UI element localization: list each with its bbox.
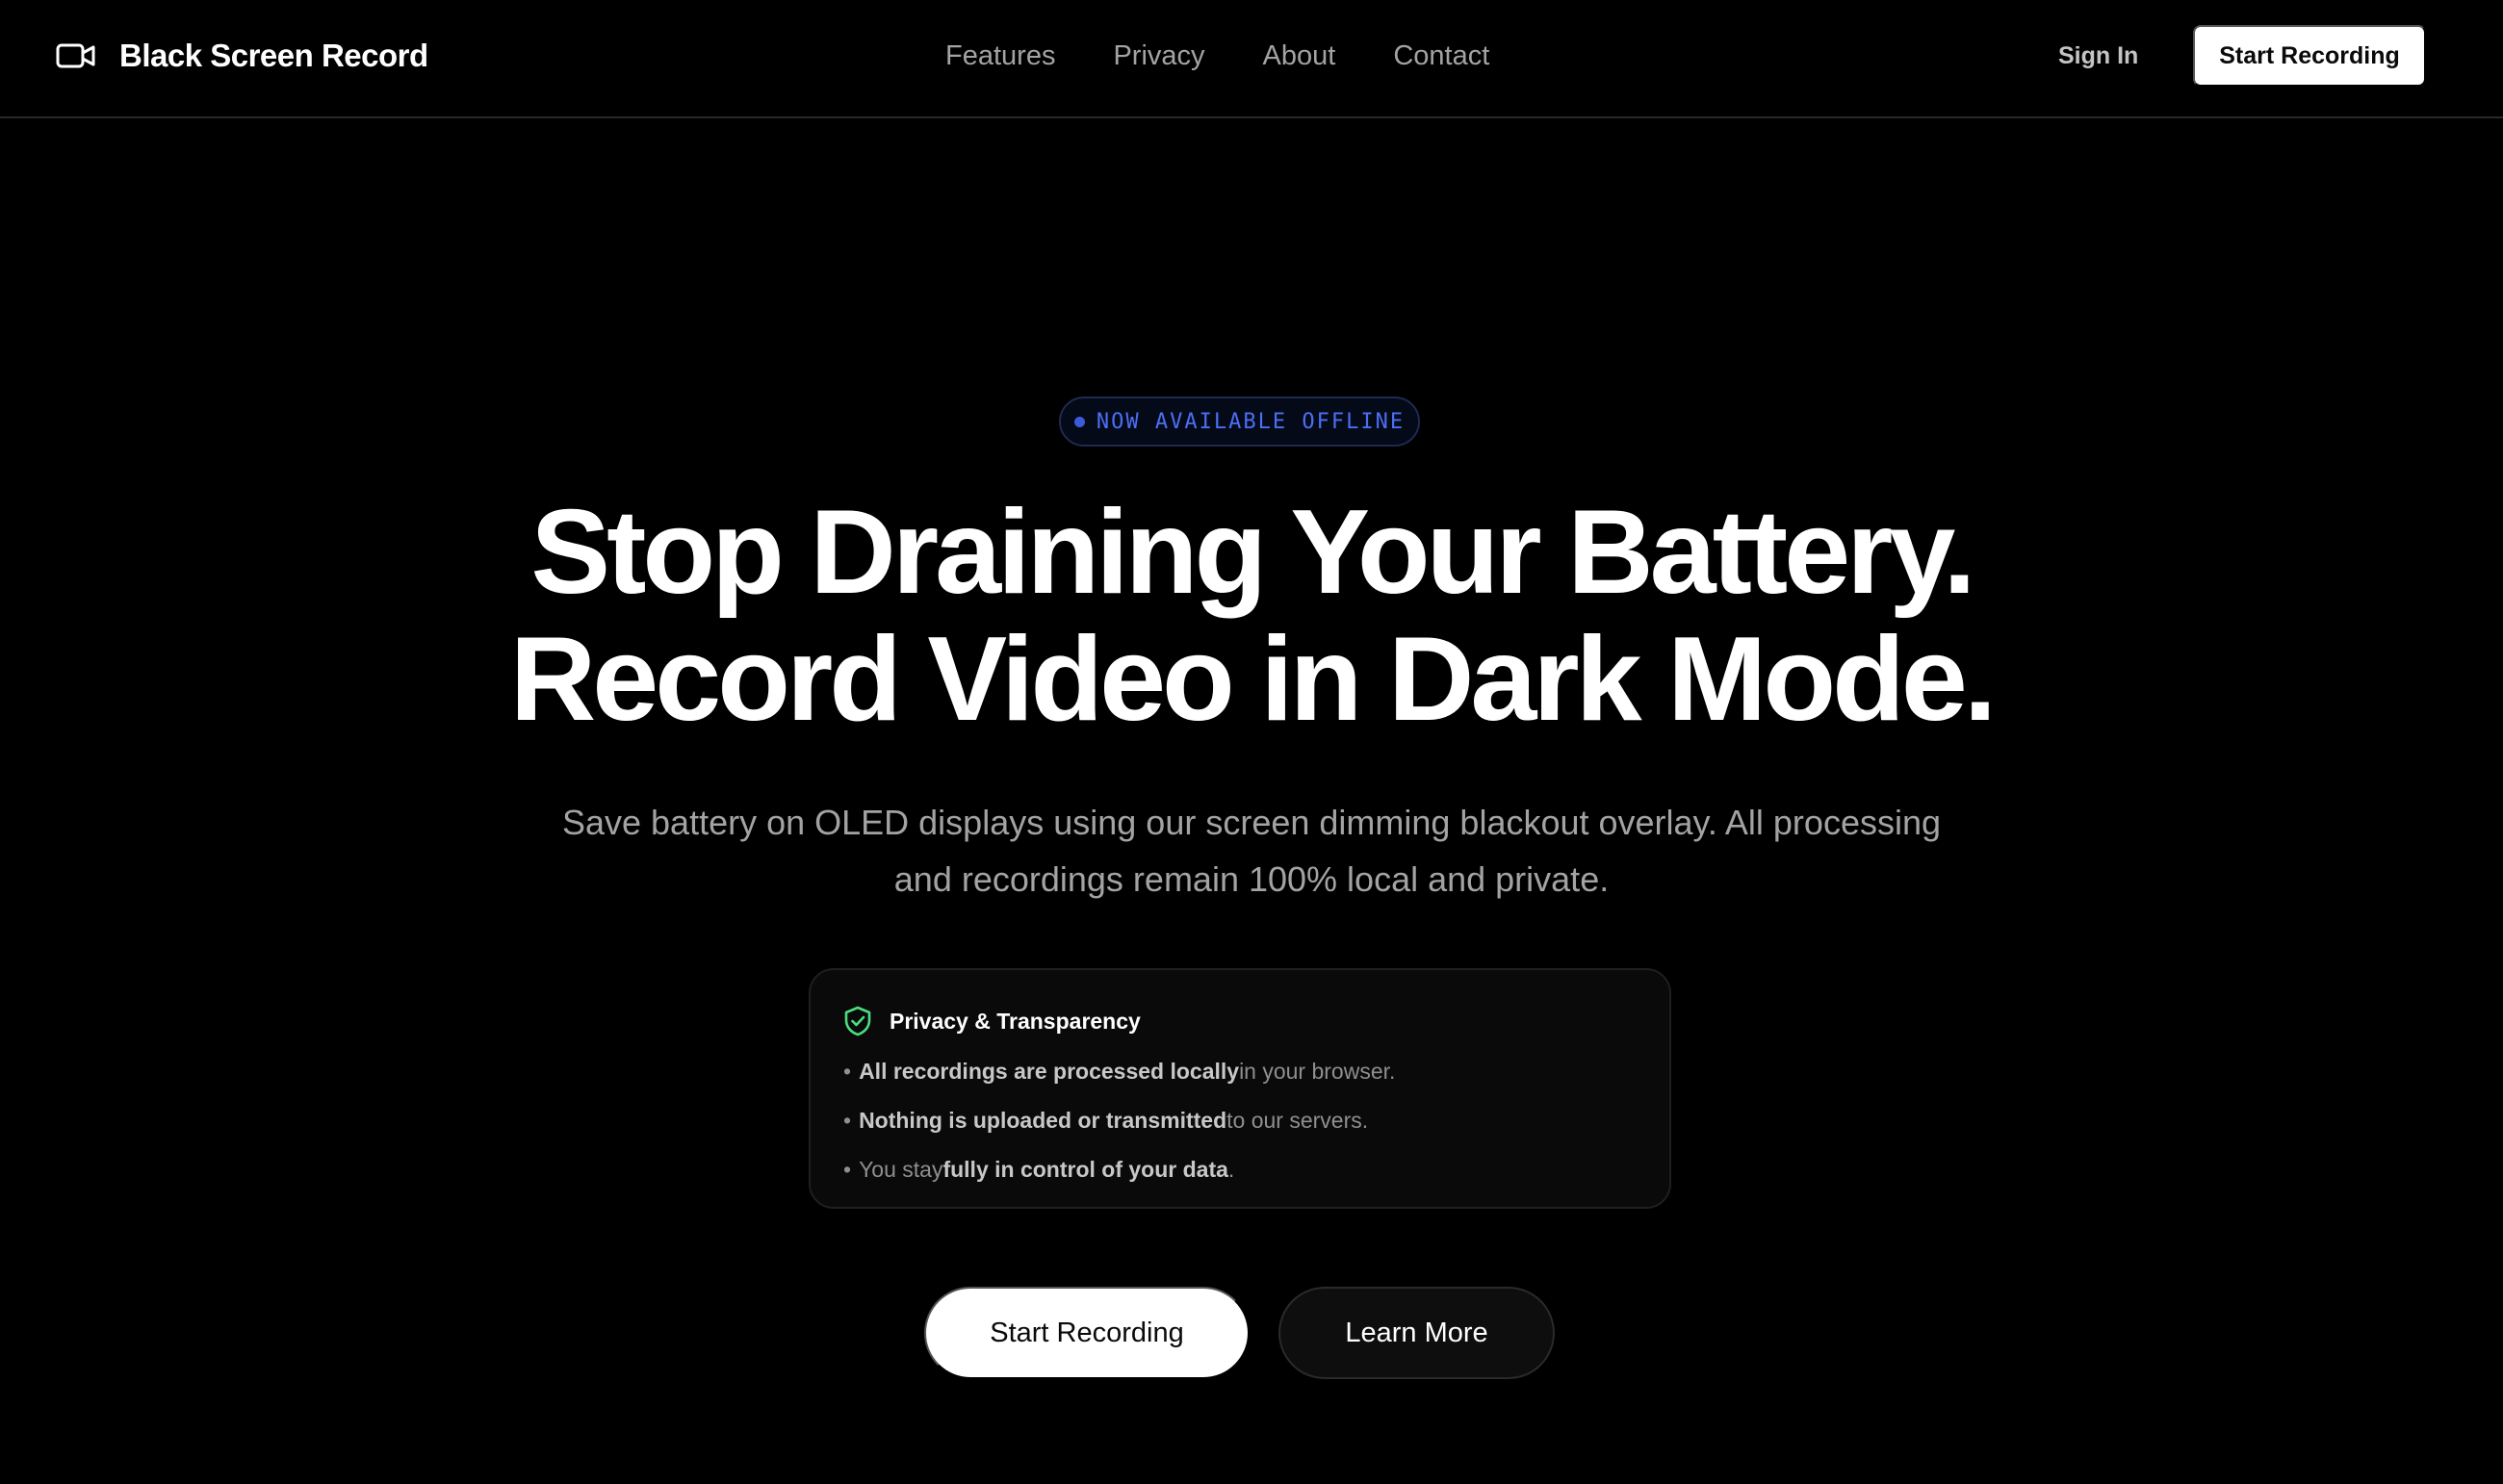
brand-name: Black Screen Record [119, 38, 428, 73]
shield-check-icon [843, 1006, 872, 1036]
privacy-list: • All recordings are processed locally i… [843, 1047, 1395, 1194]
headline-line-1: Stop Draining Your Battery. [530, 486, 1975, 619]
privacy-card: Privacy & Transparency • All recordings … [809, 968, 1671, 1209]
start-recording-button[interactable]: Start Recording [924, 1287, 1250, 1379]
video-camera-icon [56, 41, 96, 70]
brand-logo[interactable]: Black Screen Record [56, 35, 428, 77]
header-start-recording-button[interactable]: Start Recording [2193, 25, 2426, 87]
site-header: Black Screen Record Features Privacy Abo… [0, 0, 2503, 118]
hero-subtitle: Save battery on OLED displays using our … [561, 803, 1942, 899]
main-nav: Features Privacy About Contact [945, 37, 1489, 75]
hero-headline: Stop Draining Your Battery. Record Video… [0, 489, 2503, 743]
learn-more-button[interactable]: Learn More [1278, 1287, 1555, 1379]
nav-link-privacy[interactable]: Privacy [1113, 40, 1204, 72]
status-badge: NOW AVAILABLE OFFLINE [1059, 397, 1420, 447]
nav-link-about[interactable]: About [1263, 40, 1336, 72]
badge-dot-icon [1073, 416, 1085, 427]
privacy-card-header: Privacy & Transparency [843, 1005, 1141, 1037]
privacy-card-title: Privacy & Transparency [890, 1008, 1141, 1034]
privacy-list-item: • All recordings are processed locally i… [843, 1059, 1396, 1084]
headline-line-2: Record Video in Dark Mode. [509, 613, 1998, 746]
badge-text: NOW AVAILABLE OFFLINE [1096, 409, 1406, 434]
sign-in-link[interactable]: Sign In [2058, 38, 2138, 73]
nav-link-features[interactable]: Features [945, 40, 1055, 72]
privacy-list-item: • You stay fully in control of your data… [843, 1157, 1235, 1182]
nav-link-contact[interactable]: Contact [1393, 40, 1489, 72]
landing-page: Black Screen Record Features Privacy Abo… [0, 0, 2503, 1484]
privacy-list-item: • Nothing is uploaded or transmitted to … [843, 1108, 1369, 1133]
